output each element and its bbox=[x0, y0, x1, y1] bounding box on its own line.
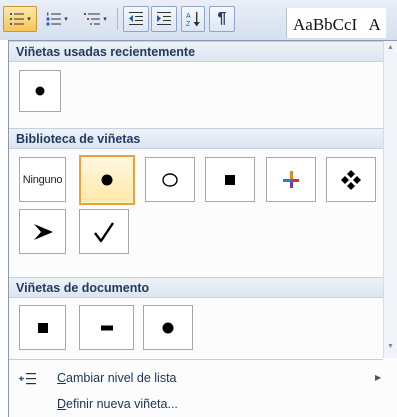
document-bullet-dash[interactable] bbox=[79, 305, 134, 350]
colored-cross-bullet-icon bbox=[283, 170, 299, 188]
document-bullet-filled-circle[interactable] bbox=[143, 305, 193, 350]
scroll-up-icon[interactable]: ▲ bbox=[387, 44, 394, 51]
dash-bullet-icon bbox=[100, 325, 113, 330]
filled-circle-bullet-icon bbox=[162, 322, 174, 333]
checkmark-bullet-icon bbox=[94, 221, 114, 242]
increase-indent-icon bbox=[157, 12, 171, 25]
chevron-down-icon: ▾ bbox=[64, 16, 68, 23]
numbering-button[interactable]: ▾ bbox=[40, 6, 74, 32]
filled-square-bullet-icon bbox=[225, 174, 235, 185]
library-bullet-filled-square[interactable] bbox=[205, 157, 255, 202]
library-bullet-none[interactable]: Ninguno bbox=[19, 157, 66, 202]
decrease-indent-icon bbox=[129, 12, 143, 25]
increase-indent-button[interactable] bbox=[151, 6, 177, 32]
sort-button[interactable]: A Z bbox=[181, 6, 205, 32]
library-bullet-diamond-cluster[interactable] bbox=[326, 157, 376, 202]
change-list-level-menu-item[interactable]: Cambiar nivel de lista ▶ bbox=[9, 367, 397, 391]
none-bullet-label: Ninguno bbox=[22, 173, 63, 186]
recent-bullet-filled-circle[interactable] bbox=[19, 70, 61, 112]
hollow-circle-bullet-icon bbox=[162, 172, 178, 187]
section-header-recent: Viñetas usadas recientemente bbox=[9, 41, 383, 62]
toolbar-separator bbox=[117, 8, 118, 30]
arrowhead-bullet-icon bbox=[33, 223, 53, 240]
bullets-icon bbox=[10, 13, 25, 25]
filled-circle-bullet-icon bbox=[101, 174, 113, 186]
style-preview-next: A bbox=[368, 15, 381, 34]
section-header-library: Biblioteca de viñetas bbox=[9, 128, 383, 149]
filled-square-bullet-icon bbox=[37, 322, 48, 333]
scroll-down-icon[interactable]: ▼ bbox=[387, 343, 394, 350]
svg-text:Z: Z bbox=[186, 21, 191, 28]
define-new-bullet-label: Definir nueva viñeta... bbox=[57, 397, 178, 411]
bullet-library-dropdown: Viñetas usadas recientemente Biblioteca … bbox=[8, 40, 397, 417]
submenu-arrow-icon: ▶ bbox=[375, 373, 382, 382]
dropdown-scrollbar[interactable]: ▲ ▼ bbox=[383, 41, 397, 358]
library-bullet-checkmark[interactable] bbox=[79, 209, 129, 254]
multilevel-list-icon bbox=[84, 13, 101, 25]
show-marks-button[interactable]: ¶ bbox=[209, 6, 235, 32]
show-marks-icon: ¶ bbox=[217, 10, 227, 27]
bullets-button[interactable]: ▾ bbox=[3, 6, 37, 32]
library-bullet-hollow-circle[interactable] bbox=[145, 157, 195, 202]
filled-circle-bullet-icon bbox=[35, 86, 45, 96]
section-header-document: Viñetas de documento bbox=[9, 277, 383, 298]
ribbon-toolbar: ▾ ▾ ▾ A Z ¶ AaBbCcI A bbox=[0, 0, 397, 40]
style-gallery-preview[interactable]: AaBbCcI A bbox=[286, 8, 386, 38]
style-preview-text: AaBbCcI bbox=[293, 15, 358, 34]
menu-separator bbox=[9, 359, 383, 360]
diamond-cluster-bullet-icon bbox=[341, 169, 361, 190]
define-new-bullet-menu-item[interactable]: Definir nueva viñeta... bbox=[9, 393, 397, 417]
chevron-down-icon: ▾ bbox=[27, 16, 31, 23]
svg-text:A: A bbox=[186, 13, 191, 20]
change-list-level-icon bbox=[19, 373, 36, 385]
decrease-indent-button[interactable] bbox=[123, 6, 149, 32]
numbering-icon bbox=[46, 12, 62, 26]
chevron-down-icon: ▾ bbox=[103, 16, 107, 23]
change-list-level-label: Cambiar nivel de lista bbox=[57, 371, 177, 385]
multilevel-list-button[interactable]: ▾ bbox=[77, 6, 113, 32]
sort-icon: A Z bbox=[186, 12, 200, 28]
library-bullet-colored-cross[interactable] bbox=[266, 157, 316, 202]
library-bullet-arrowhead[interactable] bbox=[19, 209, 66, 254]
library-bullet-filled-circle[interactable] bbox=[79, 155, 135, 205]
document-bullet-filled-square[interactable] bbox=[19, 305, 66, 350]
